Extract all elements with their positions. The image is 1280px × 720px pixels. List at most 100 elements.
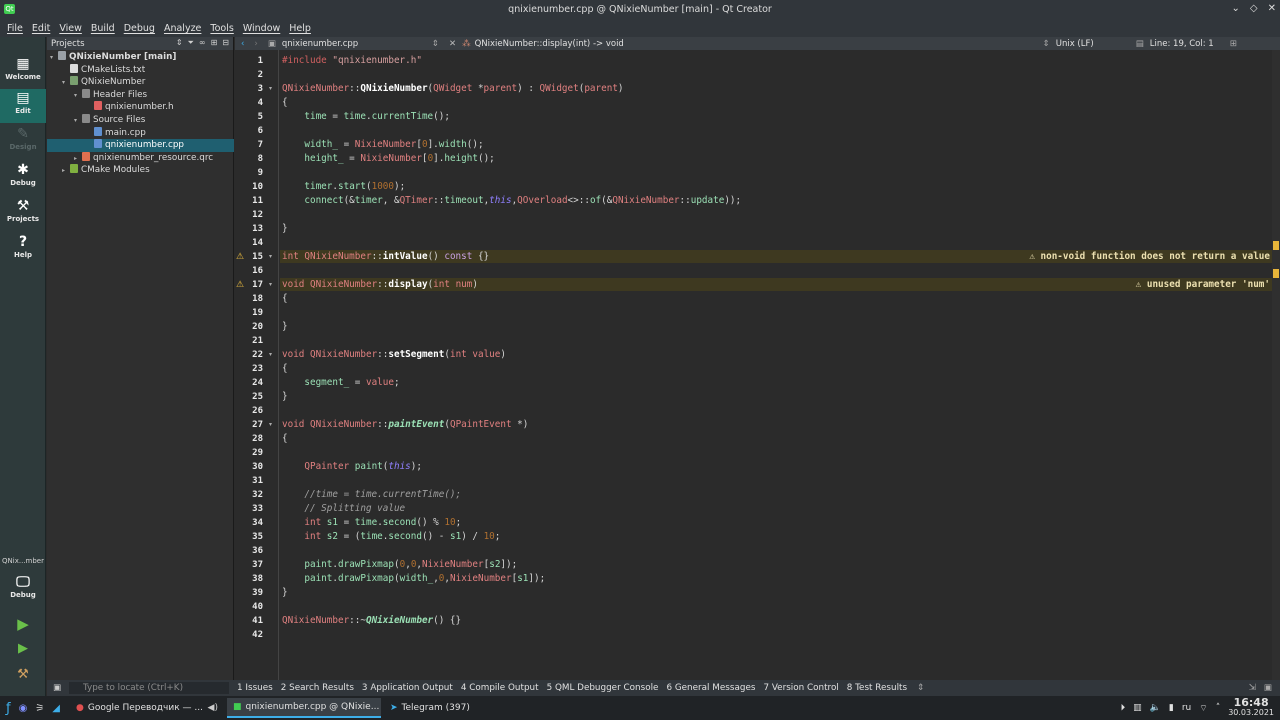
task-telegram[interactable]: ➤ Telegram (397): [384, 698, 538, 718]
fold-arrow-icon[interactable]: ▾: [269, 278, 272, 292]
mode-edit[interactable]: ▤ Edit: [0, 89, 46, 123]
expand-arrow-icon[interactable]: ▸: [62, 165, 70, 178]
menu-tools[interactable]: Tools: [210, 23, 233, 34]
editor-scrollbar[interactable]: [1272, 50, 1280, 680]
tree-item[interactable]: ▸ CMake Modules: [47, 164, 234, 177]
menu-view[interactable]: View: [59, 23, 82, 34]
tree-item-label: Header Files: [93, 89, 148, 100]
chevron-updown-icon[interactable]: ⇕: [1043, 39, 1050, 49]
line-ending-selector[interactable]: Unix (LF): [1056, 39, 1136, 49]
code-line: segment_ = value;: [304, 377, 400, 388]
keyboard-layout[interactable]: ru: [1182, 703, 1191, 713]
tree-item[interactable]: ▾ QNixieNumber: [47, 76, 234, 89]
discord-icon[interactable]: ◉: [19, 703, 28, 714]
tab-application-output[interactable]: 3 Application Output: [362, 683, 453, 693]
back-icon[interactable]: ‹: [241, 39, 244, 49]
toggle-output-icon[interactable]: ▣: [1264, 683, 1272, 693]
app-icon[interactable]: ⚞: [35, 703, 44, 714]
tree-item[interactable]: main.cpp: [47, 126, 234, 140]
filter-icon[interactable]: ⏷: [188, 38, 194, 48]
warning-mark[interactable]: [1273, 241, 1279, 250]
code-line: int QNixieNumber::intValue() const {}: [282, 251, 490, 262]
vscode-icon[interactable]: ◢: [52, 703, 60, 714]
close-file-icon[interactable]: ✕: [449, 39, 456, 49]
app-launcher-icon[interactable]: ƒ: [6, 701, 11, 716]
menu-debug[interactable]: Debug: [124, 23, 155, 34]
mode-help[interactable]: ? Help: [0, 233, 46, 267]
line-number: 29: [252, 448, 263, 458]
tray-expand-icon[interactable]: ˄: [1216, 703, 1221, 713]
tree-item-label: Source Files: [93, 115, 146, 125]
tree-item[interactable]: qnixienumber.h: [47, 101, 234, 114]
task-google-translate[interactable]: ● Google Переводчик — ... ◀): [70, 698, 224, 718]
tree-item[interactable]: ▾ Source Files: [47, 114, 234, 127]
tree-item-label: CMakeLists.txt: [81, 64, 146, 75]
maximize-output-icon[interactable]: ⇲: [1249, 683, 1256, 693]
clock[interactable]: 16:48 30.03.2021: [1228, 697, 1274, 718]
fold-arrow-icon[interactable]: ▾: [269, 418, 272, 432]
code-line: void QNixieNumber::paintEvent(QPaintEven…: [282, 419, 529, 430]
fold-arrow-icon[interactable]: ▾: [269, 250, 272, 264]
project-pane-header: Projects ⇕ ⏷ ∞ ⊞ ⊟: [47, 37, 233, 50]
tab-test-results[interactable]: 8 Test Results: [847, 683, 907, 693]
line-number-gutter[interactable]: 1 2 3 ▾ 4 5 6 7 8 9 10 11 12 13 14 ⚠ 15 ▾ 16 ⚠ 17 ▾ 18 19 20 21 22…: [235, 50, 279, 680]
code-line: {: [282, 97, 288, 108]
mode-design[interactable]: ✎ Design: [0, 125, 46, 159]
wifi-icon[interactable]: ⌔: [1199, 703, 1207, 714]
forward-icon[interactable]: ›: [254, 39, 257, 49]
file-type-icon: [70, 63, 78, 73]
clipboard-icon[interactable]: ▥: [1133, 703, 1142, 713]
toggle-sidebar-icon[interactable]: ▣: [53, 683, 61, 693]
mode-welcome[interactable]: ▦ Welcome: [0, 55, 46, 89]
tab-issues[interactable]: 1 Issues: [237, 683, 273, 693]
run-button[interactable]: ▶: [0, 615, 46, 637]
battery-icon[interactable]: ▮: [1169, 703, 1174, 713]
cursor-position[interactable]: Line: 19, Col: 1: [1150, 39, 1230, 49]
menu-window[interactable]: Window: [243, 23, 280, 34]
mode-debug[interactable]: ✱ Debug: [0, 161, 46, 195]
split-editor-icon[interactable]: ⊞: [1230, 39, 1237, 49]
projects-selector[interactable]: Projects: [51, 39, 85, 49]
menu-edit[interactable]: Edit: [32, 23, 50, 34]
menu-build[interactable]: Build: [91, 23, 115, 34]
tree-item[interactable]: ▸ qnixienumber_resource.qrc: [47, 151, 234, 165]
fold-arrow-icon[interactable]: ▾: [269, 82, 272, 96]
kit-config[interactable]: 🖵 Debug: [0, 573, 46, 607]
tree-item[interactable]: qnixienumber.cpp: [47, 139, 234, 152]
code-line: // Splitting value: [304, 503, 406, 514]
tab-version-control[interactable]: 7 Version Control: [763, 683, 838, 693]
tab-general-messages[interactable]: 6 General Messages: [666, 683, 755, 693]
split-icon[interactable]: ⊞: [211, 38, 218, 48]
menu-help[interactable]: Help: [289, 23, 311, 34]
mode-projects[interactable]: ⚒ Projects: [0, 197, 46, 231]
tab-compile-output[interactable]: 4 Compile Output: [461, 683, 539, 693]
file-type-icon: [94, 101, 102, 111]
debug-run-button[interactable]: ▶: [0, 641, 46, 663]
code-editor[interactable]: #include "qnixienumber.h" QNixieNumber::Q…: [280, 50, 1272, 680]
symbol-selector[interactable]: QNixieNumber::display(int) -> void: [475, 39, 1043, 49]
media-play-icon[interactable]: ⏵: [1121, 703, 1126, 713]
close-icon[interactable]: ✕: [1268, 3, 1276, 14]
maximize-icon[interactable]: ◇: [1250, 3, 1258, 14]
chevron-updown-icon[interactable]: ⇕: [917, 683, 924, 693]
tree-item[interactable]: ▾ Header Files: [47, 88, 234, 102]
link-icon[interactable]: ∞: [199, 38, 206, 48]
open-file-selector[interactable]: qnixienumber.cpp: [282, 39, 432, 49]
chevron-updown-icon[interactable]: ⇕: [432, 39, 439, 49]
task-qt-creator[interactable]: ■ qnixienumber.cpp @ QNixie...: [226, 698, 381, 718]
build-button[interactable]: ⚒: [0, 667, 46, 689]
warning-mark[interactable]: [1273, 269, 1279, 278]
menu-file[interactable]: File: [7, 23, 23, 34]
tree-item[interactable]: ▾ QNixieNumber [main]: [47, 51, 234, 64]
fold-arrow-icon[interactable]: ▾: [269, 348, 272, 362]
volume-icon[interactable]: 🔈: [1150, 703, 1161, 713]
locator-input[interactable]: Type to locate (Ctrl+K): [69, 682, 229, 694]
selector-arrows-icon[interactable]: ⇕: [176, 38, 183, 48]
tree-item[interactable]: CMakeLists.txt: [47, 63, 234, 77]
grid-icon: ▦: [16, 56, 30, 72]
minimize-icon[interactable]: ⌄: [1232, 3, 1240, 14]
close-pane-icon[interactable]: ⊟: [222, 38, 229, 48]
tab-qml-debugger-console[interactable]: 5 QML Debugger Console: [547, 683, 659, 693]
menu-analyze[interactable]: Analyze: [164, 23, 201, 34]
tab-search-results[interactable]: 2 Search Results: [281, 683, 354, 693]
